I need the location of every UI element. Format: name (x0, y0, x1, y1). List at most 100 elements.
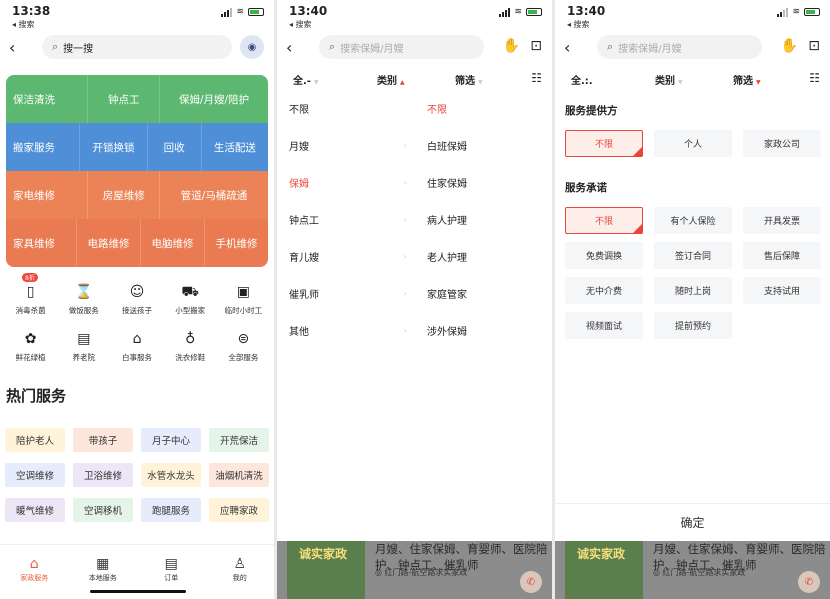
filter-all[interactable]: 全.- ▼ (293, 72, 319, 87)
provider-chip[interactable]: 家政公司 (743, 130, 821, 157)
back-chevron-icon[interactable]: ‹ (564, 38, 570, 57)
grid-row: 家电维修 房屋维修 管道/马桶疏通 (6, 171, 268, 219)
search-input[interactable]: ⌕ 搜索保姆/月嫂 (597, 35, 762, 59)
grid-cell-computer-repair[interactable]: 电脑维修 (141, 219, 205, 267)
hot-tag[interactable]: 暖气维修 (5, 498, 65, 522)
hot-tag[interactable]: 陪护老人 (5, 428, 65, 452)
phone-icon[interactable]: ✆ (520, 571, 542, 593)
grid-cell-plumbing[interactable]: 管道/马桶疏通 (160, 171, 268, 219)
list-item[interactable]: 老人护理 (427, 238, 537, 275)
hot-tag[interactable]: 跑腿服务 (141, 498, 201, 522)
back-chevron-icon[interactable]: ‹ (9, 38, 15, 57)
promise-chip-selected[interactable]: 不限 (565, 207, 643, 234)
search-value: 搜一搜 (63, 43, 94, 55)
grid-cell-phone-repair[interactable]: 手机维修 (205, 219, 268, 267)
grid-cell-appliance-repair[interactable]: 家电维修 (6, 171, 89, 219)
back-to-app-link[interactable]: ◂ 搜索 (12, 19, 35, 30)
list-item[interactable]: 家庭管家 (427, 275, 537, 312)
menu-item-child-pickup[interactable]: ☺ 接送孩子 (110, 283, 163, 316)
grid-cell-recycling[interactable]: 回收 (148, 123, 202, 171)
layout-toggle-icon[interactable]: ☷ (531, 71, 542, 85)
back-chevron-icon[interactable]: ‹ (286, 38, 292, 57)
filter-all[interactable]: 全.:. (571, 72, 593, 87)
list-item[interactable]: 其他 › (289, 312, 407, 349)
promise-chip[interactable]: 免费调换 (565, 242, 643, 269)
promise-chip[interactable]: 售后保障 (743, 242, 821, 269)
list-item-selected[interactable]: 不限 (427, 90, 537, 127)
confirm-button[interactable]: 确定 (555, 503, 830, 541)
message-icon[interactable]: ⊡ (808, 38, 820, 54)
promise-chip[interactable]: 随时上岗 (654, 277, 732, 304)
provider-chip[interactable]: 个人 (654, 130, 732, 157)
grid-cell-locksmith[interactable]: 开锁换锁 (80, 123, 148, 171)
list-item-label: 催乳师 (289, 290, 319, 301)
promise-chip[interactable]: 视频面试 (565, 312, 643, 339)
menu-item-hourly-worker[interactable]: ▣ 临时小时工 (217, 283, 270, 316)
hot-tag[interactable]: 油烟机清洗 (209, 463, 269, 487)
grid-cell-house-repair[interactable]: 房屋维修 (88, 171, 161, 219)
grid-cell-nanny[interactable]: 保姆/月嫂/陪护 (160, 75, 268, 123)
funeral-icon: ⌂ (132, 331, 142, 347)
menu-item-funeral[interactable]: ⌂ 白事服务 (110, 330, 163, 363)
list-item-selected[interactable]: 保姆 › (289, 164, 407, 201)
grid-cell-circuit-repair[interactable]: 电路维修 (77, 219, 141, 267)
search-input[interactable]: ⌕ 搜索保姆/月嫂 (319, 35, 484, 59)
list-item[interactable]: 育儿嫂 › (289, 238, 407, 275)
promise-chip[interactable]: 有个人保险 (654, 207, 732, 234)
promise-chip[interactable]: 提前预约 (654, 312, 732, 339)
search-input[interactable]: ⌕ 搜一搜 (42, 35, 232, 59)
grid-cell-cleaning[interactable]: 保洁清洗 (6, 75, 89, 123)
dimmed-ad-card[interactable]: 诚实家政 月嫂、住家保姆、育婴师、医院陪 护、钟点工、催乳师 ◎ 红门路-航空路求… (277, 541, 552, 599)
menu-item-cooking[interactable]: ⌛ 做饭服务 (57, 283, 110, 316)
dimmed-ad-card[interactable]: 诚实家政 月嫂、住家保姆、育婴师、医院陪 护、钟点工、催乳师 ◎ 红门路-航空路求… (555, 541, 830, 599)
filter-screen[interactable]: 筛选 ▼ (733, 72, 761, 87)
filter-category[interactable]: 类别 ▼ (655, 72, 683, 87)
tab-home-services[interactable]: ⌂ 家政服务 (0, 545, 69, 599)
hot-tag[interactable]: 空调维修 (5, 463, 65, 487)
search-placeholder: 搜索保姆/月嫂 (618, 43, 682, 55)
hot-tag[interactable]: 空调移机 (73, 498, 133, 522)
tab-mine[interactable]: ♙ 我的 (206, 545, 275, 599)
filter-screen[interactable]: 筛选 ▼ (455, 72, 483, 87)
hot-tag[interactable]: 月子中心 (141, 428, 201, 452)
menu-item-all-services[interactable]: ⊜ 全部服务 (217, 330, 270, 363)
list-item[interactable]: 月嫂 › (289, 127, 407, 164)
menu-item-small-move[interactable]: ⛟ 小型搬家 (164, 283, 217, 316)
grid-cell-furniture-repair[interactable]: 家具维修 (6, 219, 77, 267)
layout-toggle-icon[interactable]: ☷ (809, 71, 820, 85)
promise-chip[interactable]: 开具发票 (743, 207, 821, 234)
clap-icon[interactable]: ✋ (781, 38, 798, 54)
message-icon[interactable]: ⊡ (530, 38, 542, 54)
list-item[interactable]: 白班保姆 (427, 127, 537, 164)
tab-label: 订单 (164, 574, 179, 582)
grid-cell-delivery[interactable]: 生活配送 (202, 123, 268, 171)
list-item[interactable]: 不限 (289, 90, 407, 127)
filter-category[interactable]: 类别 ▲ (377, 72, 405, 87)
menu-item-nursing-home[interactable]: ▤ 养老院 (57, 330, 110, 363)
robot-assistant-icon[interactable]: ◉ (240, 35, 264, 59)
status-time: 13:40 (567, 4, 606, 18)
promise-chip[interactable]: 无中介费 (565, 277, 643, 304)
list-item[interactable]: 涉外保姆 (427, 312, 537, 349)
hot-tag[interactable]: 水管水龙头 (141, 463, 201, 487)
hot-tag[interactable]: 卫浴维修 (73, 463, 133, 487)
menu-item-disinfect[interactable]: 8折 ▯ 消毒杀菌 (4, 273, 57, 316)
provider-chip-selected[interactable]: 不限 (565, 130, 643, 157)
grid-cell-moving[interactable]: 搬家服务 (6, 123, 81, 171)
list-item[interactable]: 住家保姆 (427, 164, 537, 201)
back-to-app-link[interactable]: ◂ 搜索 (289, 19, 312, 30)
phone-icon[interactable]: ✆ (798, 571, 820, 593)
menu-item-laundry[interactable]: ♁ 洗衣修鞋 (164, 330, 217, 363)
list-item[interactable]: 催乳师 › (289, 275, 407, 312)
clap-icon[interactable]: ✋ (503, 38, 520, 54)
promise-chip[interactable]: 支持试用 (743, 277, 821, 304)
list-item[interactable]: 钟点工 › (289, 201, 407, 238)
hot-tag[interactable]: 应聘家政 (209, 498, 269, 522)
list-item[interactable]: 病人护理 (427, 201, 537, 238)
back-to-app-link[interactable]: ◂ 搜索 (567, 19, 590, 30)
hot-tag[interactable]: 带孩子 (73, 428, 133, 452)
grid-cell-hourly[interactable]: 钟点工 (88, 75, 161, 123)
promise-chip[interactable]: 签订合同 (654, 242, 732, 269)
menu-item-flowers[interactable]: ✿ 鲜花绿植 (4, 330, 57, 363)
hot-tag[interactable]: 开荒保洁 (209, 428, 269, 452)
